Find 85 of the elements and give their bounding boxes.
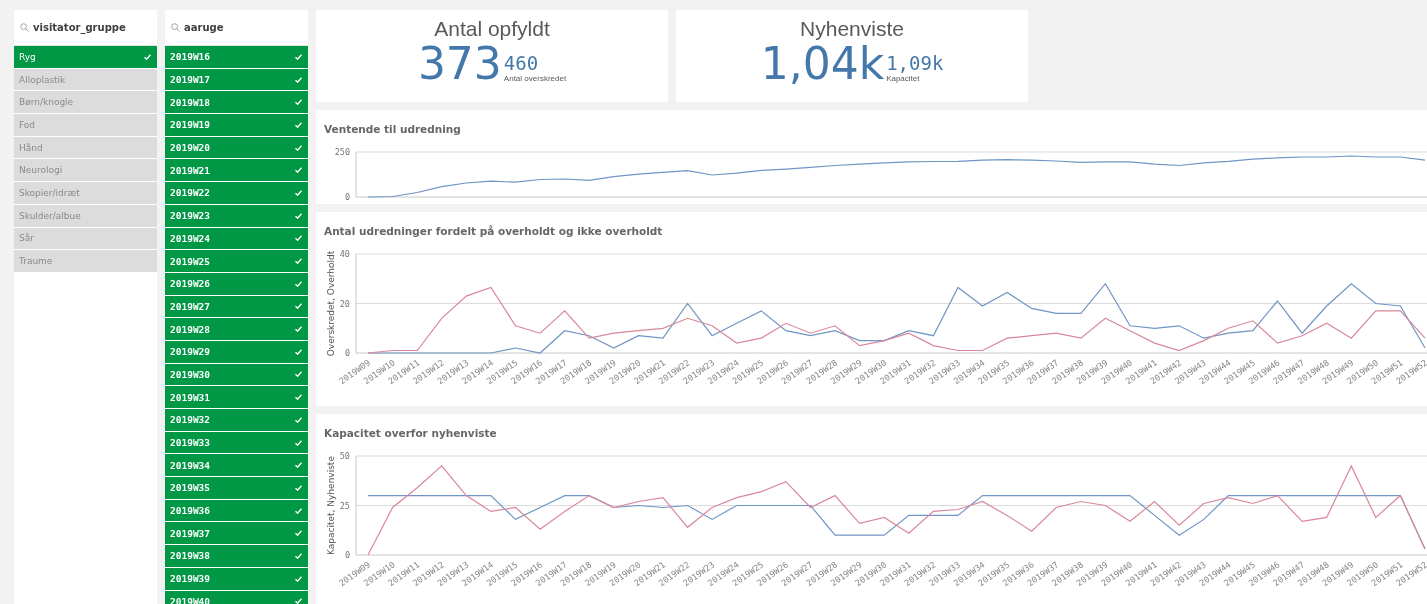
check-icon bbox=[295, 258, 302, 265]
tick-label: 250 bbox=[334, 147, 350, 157]
search-icon bbox=[171, 23, 180, 32]
kpi-value: 1,04k bbox=[760, 41, 885, 87]
check-icon bbox=[295, 439, 302, 446]
tick-label: 25 bbox=[339, 500, 350, 511]
list-item[interactable]: 2019W19 bbox=[165, 114, 308, 137]
check-icon bbox=[295, 371, 302, 378]
check-icon bbox=[295, 76, 302, 83]
check-icon bbox=[295, 462, 302, 469]
check-icon bbox=[295, 348, 302, 355]
check-icon bbox=[295, 53, 302, 60]
list-item[interactable]: 2019W34 bbox=[165, 454, 308, 478]
list-item[interactable]: Skulder/albue bbox=[14, 204, 157, 228]
tick-label: 40 bbox=[339, 249, 350, 259]
check-icon bbox=[295, 99, 302, 106]
check-icon bbox=[295, 326, 302, 333]
tick-label: 0 bbox=[344, 192, 350, 201]
check-icon bbox=[295, 280, 302, 287]
check-icon bbox=[295, 598, 302, 604]
check-icon bbox=[295, 167, 302, 174]
list-item[interactable]: Børn/knogle bbox=[14, 91, 157, 115]
check-icon bbox=[295, 235, 302, 242]
chart-title: Kapacitet overfor nyhenviste bbox=[323, 427, 497, 441]
search-icon bbox=[20, 23, 29, 32]
list-item[interactable]: Fod bbox=[14, 114, 157, 137]
list-item[interactable]: 2019W23 bbox=[165, 204, 308, 228]
check-icon bbox=[295, 552, 302, 559]
chart-title: Antal udredninger fordelt på overholdt og ikke overholdt bbox=[323, 225, 663, 239]
check-icon bbox=[295, 212, 302, 219]
tick-label: 0 bbox=[344, 348, 350, 358]
check-icon bbox=[295, 507, 302, 514]
list-item[interactable]: 2019W36 bbox=[165, 499, 308, 523]
kpi-secondary-label: Antal overskredet bbox=[503, 74, 567, 83]
list-item[interactable]: 2019W37 bbox=[165, 522, 308, 546]
list-item[interactable]: 2019W38 bbox=[165, 545, 308, 568]
list-item[interactable]: 2019W17 bbox=[165, 68, 308, 92]
list-item[interactable]: 2019W33 bbox=[165, 431, 308, 455]
chart-title: Ventende til udredning bbox=[323, 123, 461, 137]
check-icon bbox=[295, 575, 302, 582]
list-item[interactable]: Skopier/idræt bbox=[14, 182, 157, 205]
tick-label: 0 bbox=[344, 550, 350, 560]
list-item[interactable]: 2019W26 bbox=[165, 272, 308, 296]
check-icon bbox=[295, 484, 302, 491]
list-item[interactable]: Neurologi bbox=[14, 159, 157, 183]
list-item[interactable]: Alloplastik bbox=[14, 68, 157, 92]
list-item[interactable]: Ryg bbox=[14, 46, 157, 69]
list-title: aaruge bbox=[184, 22, 224, 33]
list-item[interactable]: 2019W24 bbox=[165, 227, 308, 251]
tick-label: 50 bbox=[339, 451, 350, 461]
kpi-secondary-value: 460 bbox=[503, 52, 540, 74]
list-item[interactable]: 2019W16 bbox=[165, 46, 308, 69]
check-icon bbox=[295, 394, 302, 401]
tick-label: 20 bbox=[339, 298, 350, 309]
list-item[interactable]: 2019W28 bbox=[165, 318, 308, 341]
list-item[interactable]: Traume bbox=[14, 250, 157, 273]
list-item[interactable]: 2019W39 bbox=[165, 567, 308, 591]
kpi-value: 373 bbox=[417, 41, 502, 87]
check-icon bbox=[295, 144, 302, 151]
check-icon bbox=[295, 530, 302, 537]
list-item[interactable]: Sår bbox=[14, 227, 157, 251]
list-item[interactable]: 2019W27 bbox=[165, 295, 308, 319]
check-icon bbox=[144, 53, 151, 60]
kpi-secondary-value: 1,09k bbox=[886, 52, 944, 74]
list-item[interactable]: 2019W32 bbox=[165, 409, 308, 432]
axis-title: Overskredet, Overholdt bbox=[326, 250, 336, 357]
list-item[interactable]: 2019W22 bbox=[165, 182, 308, 205]
list-title: visitator_gruppe bbox=[33, 22, 126, 33]
list-item[interactable]: 2019W31 bbox=[165, 386, 308, 409]
list-item[interactable]: 2019W35 bbox=[165, 477, 308, 500]
check-icon bbox=[295, 303, 302, 310]
axis-title: Kapacitet, Nyhenviste bbox=[326, 456, 336, 555]
check-icon bbox=[295, 189, 302, 196]
check-icon bbox=[295, 121, 302, 128]
kpi-title: Nyhenviste bbox=[800, 17, 904, 41]
list-item[interactable]: 2019W20 bbox=[165, 136, 308, 160]
list-item[interactable]: 2019W29 bbox=[165, 340, 308, 364]
check-icon bbox=[295, 416, 302, 423]
list-item[interactable]: 2019W18 bbox=[165, 91, 308, 115]
list-item[interactable]: 2019W30 bbox=[165, 363, 308, 387]
kpi-title: Antal opfyldt bbox=[434, 17, 550, 41]
list-item[interactable]: Hånd bbox=[14, 136, 157, 160]
list-item[interactable]: 2019W25 bbox=[165, 250, 308, 273]
list-item[interactable]: 2019W21 bbox=[165, 159, 308, 183]
kpi-secondary-label: Kapacitet bbox=[886, 74, 921, 83]
